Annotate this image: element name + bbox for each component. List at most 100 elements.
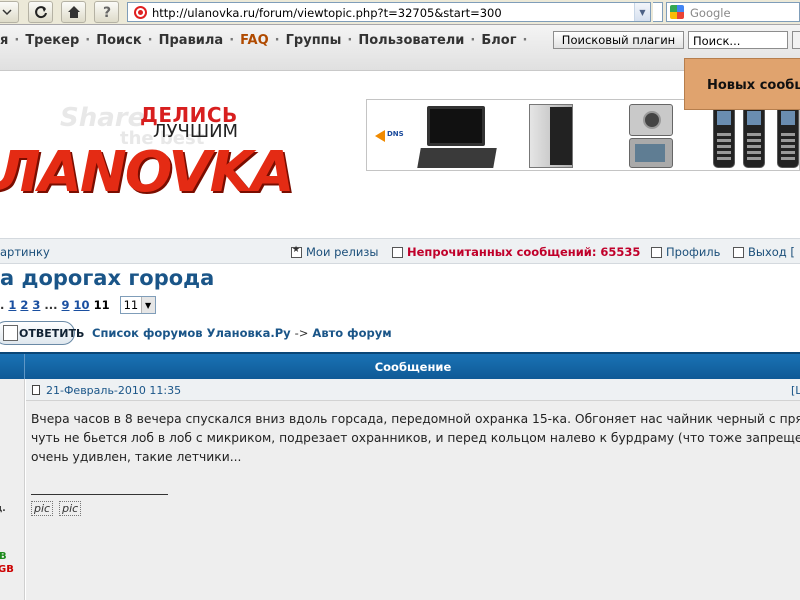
profile-label: Профиль <box>666 245 721 259</box>
nav-separator: · <box>347 33 353 48</box>
help-icon: ? <box>103 5 111 20</box>
breadcrumb-auto-forum[interactable]: Авто форум <box>312 326 391 340</box>
phone-image <box>777 104 799 168</box>
signature-images: pic pic <box>31 501 82 516</box>
profile-link[interactable]: Профиль <box>651 245 720 259</box>
signature-image[interactable]: pic <box>31 501 54 516</box>
user-bar-left-link[interactable]: артинку <box>0 245 50 259</box>
nav-item-partial[interactable]: я <box>0 33 8 48</box>
user-bar: артинку Мои релизы Непрочитанных сообщен… <box>0 238 800 264</box>
site-search-input[interactable]: Поиск... <box>688 31 788 49</box>
unread-messages-link[interactable]: Непрочитанных сообщений: 65535 <box>392 245 640 259</box>
post-line: Вчера часов в 8 вечера спускался вниз вд… <box>31 412 800 426</box>
post-icon <box>32 385 40 395</box>
my-releases-label: Мои релизы <box>306 245 379 259</box>
nav-item-groups[interactable]: Группы <box>286 33 342 48</box>
logout-icon <box>733 246 744 258</box>
author-info-fragment: д. <box>0 504 6 514</box>
site-favicon-icon <box>134 6 147 19</box>
breadcrumb: Список форумов Улановка.Ру -> Авто форум <box>92 326 392 340</box>
logo-tagline-bottom: ЛУЧШИМ <box>153 121 239 142</box>
new-messages-popup[interactable]: Новых сообщ <box>684 58 800 110</box>
author-column: д. B GB <box>0 379 25 600</box>
address-dropdown-arrow-icon[interactable]: ▼ <box>634 3 650 21</box>
nav-item-blog[interactable]: Блог <box>481 33 516 48</box>
nav-item-rules[interactable]: Правила <box>159 33 224 48</box>
nav-separator: · <box>147 33 153 48</box>
author-size-fragment: GB <box>0 564 14 575</box>
message-column-header: Сообщение <box>374 360 452 374</box>
signature-divider <box>31 494 168 495</box>
laptop-image <box>417 106 497 170</box>
post-date: 21-Февраль-2010 11:35 <box>46 384 182 397</box>
nav-item-tracker[interactable]: Трекер <box>25 33 79 48</box>
reload-icon <box>34 6 47 19</box>
camera-back-image <box>629 138 673 168</box>
post-line: очень удивлен, такие летчики... <box>31 450 242 464</box>
my-releases-link[interactable]: Мои релизы <box>291 245 378 259</box>
page-link-10[interactable]: 10 <box>74 298 90 312</box>
unread-messages-label: Непрочитанных сообщений: 65535 <box>407 245 641 259</box>
reply-button[interactable]: ОТВЕТИТЬ <box>0 321 84 345</box>
nav-separator: · <box>14 33 20 48</box>
post-line: чуть не бьется лоб в лоб с микриком, под… <box>31 431 800 445</box>
site-header: Share the best ДЕЛИСЬ ЛУЧШИМ ЛANOVKA DNS <box>0 72 800 238</box>
author-ratio-fragment: B <box>0 551 7 562</box>
breadcrumb-forum-index[interactable]: Список форумов Улановка.Ру <box>92 326 291 340</box>
site-search-button[interactable] <box>792 31 800 49</box>
home-button[interactable] <box>61 1 86 23</box>
profile-icon <box>651 246 662 258</box>
forward-button[interactable] <box>0 1 19 23</box>
chevron-down-icon[interactable]: ▼ <box>140 297 155 313</box>
svg-text:?: ? <box>103 5 111 20</box>
nav-item-faq[interactable]: FAQ <box>240 33 269 48</box>
go-button[interactable] <box>653 2 663 22</box>
pagination: . 1 2 3 ... 9 10 11 11 ▼ <box>0 296 156 314</box>
home-icon <box>67 6 80 18</box>
nav-separator: · <box>274 33 280 48</box>
page-select[interactable]: 11 ▼ <box>119 296 156 314</box>
nav-separator: · <box>522 33 528 48</box>
logout-label: Выход [ <box>748 245 795 259</box>
page-link-3[interactable]: 3 <box>32 298 40 312</box>
nav-separator: · <box>229 33 235 48</box>
page-link-2[interactable]: 2 <box>20 298 28 312</box>
camera-front-image <box>629 104 673 136</box>
topic-title[interactable]: а дорогах города <box>0 266 214 290</box>
pc-tower-image <box>529 104 573 168</box>
site-logo[interactable]: ЛANOVKA <box>0 140 294 205</box>
logout-link[interactable]: Выход [ <box>733 245 795 259</box>
post-header: 21-Февраль-2010 11:35 [L <box>26 379 800 401</box>
help-button[interactable]: ? <box>94 1 119 23</box>
dropdown-arrow-icon <box>1 9 12 16</box>
browser-toolbar: ? http://ulanovka.ru/forum/viewtopic.php… <box>0 0 800 25</box>
post-header-right-link[interactable]: [L <box>791 384 800 397</box>
page-select-value: 11 <box>123 298 139 312</box>
reply-button-label: ОТВЕТИТЬ <box>19 326 85 340</box>
page-link-9[interactable]: 9 <box>62 298 70 312</box>
page-link-1[interactable]: 1 <box>8 298 16 312</box>
signature-image[interactable]: pic <box>59 501 82 516</box>
nav-separator: · <box>85 33 91 48</box>
reply-icon <box>3 325 18 341</box>
author-column-header <box>0 354 25 379</box>
nav-item-users[interactable]: Пользователи <box>358 33 464 48</box>
star-icon <box>291 245 302 258</box>
nav-separator: · <box>470 33 476 48</box>
address-bar[interactable]: http://ulanovka.ru/forum/viewtopic.php?t… <box>127 2 651 22</box>
address-bar-url: http://ulanovka.ru/forum/viewtopic.php?t… <box>152 6 502 20</box>
nav-links: я · Трекер · Поиск · Правила · FAQ · Гру… <box>0 33 533 48</box>
site-navigation: я · Трекер · Поиск · Правила · FAQ · Гру… <box>0 25 800 71</box>
phone-image <box>743 104 765 168</box>
banner-brand: DNS <box>387 130 404 138</box>
nav-item-search[interactable]: Поиск <box>96 33 141 48</box>
reload-button[interactable] <box>28 1 53 23</box>
post-text: Вчера часов в 8 вечера спускался вниз вд… <box>31 410 800 467</box>
table-header: Сообщение <box>0 352 800 379</box>
pagination-ellipsis: ... <box>44 298 58 312</box>
pagination-lead: . <box>0 298 5 312</box>
post-body: Вчера часов в 8 вечера спускался вниз вд… <box>26 401 800 600</box>
search-plugin-button[interactable]: Поисковый плагин <box>553 31 684 49</box>
browser-search-input[interactable]: Google <box>666 2 800 22</box>
breadcrumb-arrow: -> <box>294 326 309 340</box>
